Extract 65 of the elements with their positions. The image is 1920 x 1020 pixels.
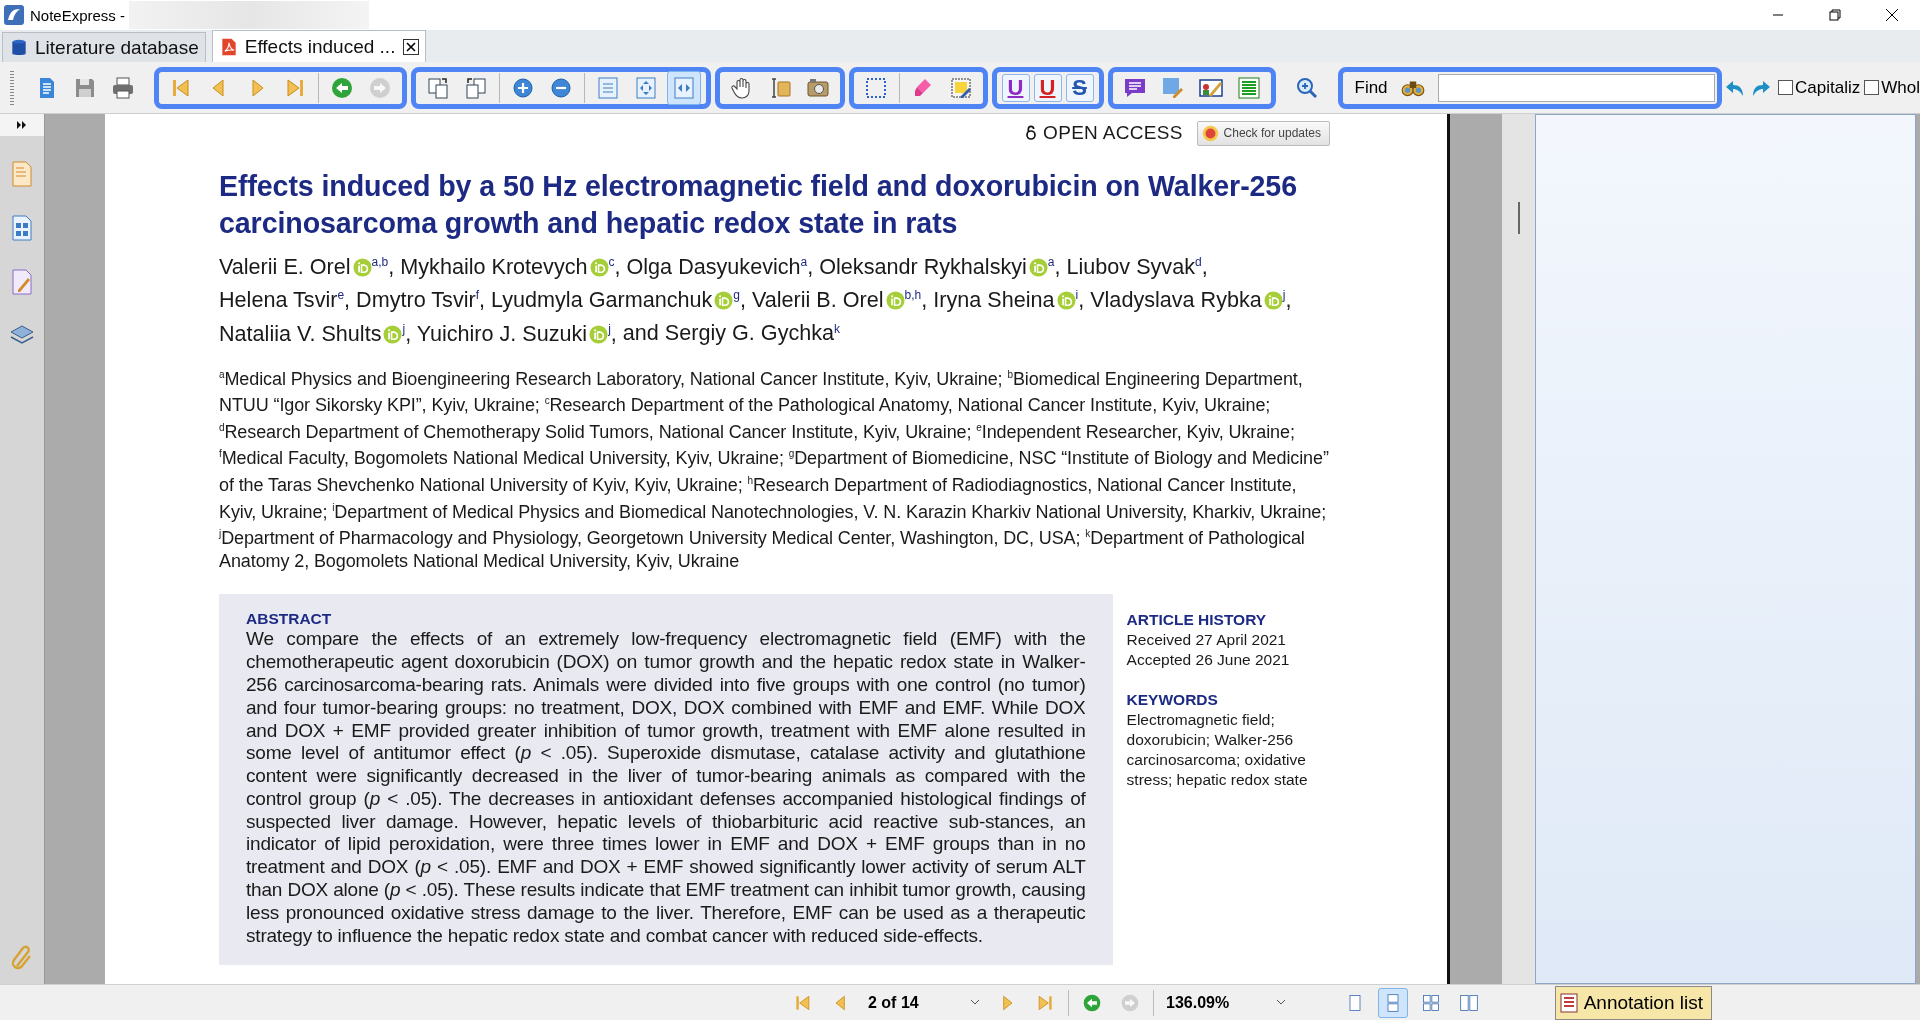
author-affiliation: $^{g}$, bbox=[733, 287, 746, 313]
section-heading: ARTICLE HISTORY bbox=[1126, 610, 1268, 631]
author-affiliation: k bbox=[834, 320, 841, 336]
author-name: Mykhailo Krotevych bbox=[400, 254, 588, 280]
author-name: Valerii E. Orel bbox=[219, 254, 351, 280]
open-access-label: OPEN ACCESS bbox=[1043, 122, 1183, 144]
author-affiliation: $^{i}$, bbox=[1075, 287, 1085, 313]
annotation-list-tab[interactable]: Annotation list bbox=[1554, 985, 1712, 1020]
find-label: Find bbox=[1354, 77, 1388, 98]
section-heading: KEYWORDS bbox=[1126, 690, 1219, 711]
keywords-text: Electromagnetic field; doxorubicin; Walker-256 carcinosarcoma; oxidative stress; hepatic redox state bbox=[1126, 710, 1309, 791]
author-affiliation: $^{j}$, bbox=[608, 320, 617, 346]
strikeout-button[interactable]: S bbox=[1065, 73, 1094, 102]
history-line: Accepted 26 June 2021 bbox=[1126, 650, 1291, 671]
expand-button[interactable] bbox=[0, 114, 44, 136]
abstract-text: We compare the effects of an extremely low-frequency electromagnetic field (EMF) with the chemotherapeutic agent doxorubicin (DOX) on tumor growth and the hepatic redox state in Walker-256 carcinosarcoma-bearing rats. Animals were divided into five groups with one control (no tumor) and four tumor-bearing groups: no treatment, DOX, DOX combined with EMF and EMF. While DOX and DOX + EMF provided greater inhibition of tumor growth, treatment with EMF alone resulted in some level of antitumor effect (p < .05). Superoxide dismutase, catalase activity and glutathione content were significantly decreased in the liver of tumor-bearing animals as compared with the control group (p < .05). The decreases in antioxidant defenses accompanied histological findings of suspected liver damage. However, hepatic levels of thiobarbituric acid reactive sub-stances, an indicator of lipid peroxidation, were three times lower in EMF and DOX + EMF groups than in no treatment and DOX (p < .05). EMF and DOX + EMF showed significantly lower activity of serum ALT than DOX alone (p < .05). These results indicate that EMF treatment can inhibit tumor growth, causing less pronounced oxidative stress damage to the liver. Therefore, EMF can be used as a therapeutic strategy to influence the hepatic redox state and combat cancer with reduced side-effects. bbox=[246, 628, 1086, 948]
checkbox-label: Capitaliz bbox=[1795, 77, 1861, 98]
dropdown-caret-icon[interactable] bbox=[1276, 998, 1286, 1007]
author-affiliation: $^{a,b}$, bbox=[371, 254, 395, 280]
find-field[interactable] bbox=[1437, 73, 1716, 102]
author-name: Nataliia V. Shults bbox=[219, 320, 382, 346]
app-logo-icon bbox=[4, 5, 24, 25]
author-name: Dmytro Tsvir bbox=[356, 287, 476, 313]
author-affiliation: $^{b,h}$, bbox=[904, 287, 928, 313]
author-name: Lyudmyla Garmanchuk bbox=[491, 287, 713, 313]
article-title: Effects induced by a 50 Hz electromagnetic field and doxorubicin on Walker-256 carcinosarcoma growth and hepatic redox state in rats bbox=[219, 169, 1298, 241]
restore-icon[interactable] bbox=[1828, 9, 1841, 21]
author-affiliation: $^{c}$, bbox=[608, 254, 621, 280]
toolbar-grip[interactable] bbox=[10, 70, 14, 105]
author-affiliation: $^{d}$, bbox=[1194, 254, 1208, 280]
checkbox-label: Whol bbox=[1881, 77, 1920, 98]
author-name: Iryna Sheina bbox=[933, 287, 1055, 313]
page-selector[interactable]: 2 of 14 bbox=[864, 989, 984, 1016]
affiliations-paragraph: $^{a}$Medical Physics and Bioengineering Research Laboratory, National Cancer Institute, Kyiv, Ukraine; $^{b}$Biomedical Engineering Department, NTUU “Igor Sikorsky KPI”, Kyiv, Ukraine; $^{c}$Research Department of the Pathological Anatomy, National Cancer Institute, Kyiv, Ukraine; $^{d}$Research Department of Chemotherapy Solid Tumors, National Cancer Institute, Kyiv, Ukraine; $^{e}$Independent Researcher, Kyiv, Ukraine; $^{f}$Medical Faculty, Bogomolets National Medical University, Kyiv, Ukraine; $^{g}$Department of Biomedicine, NSC “Institute of Biology and Medicine” of the Taras Shevchenko National University of Kyiv, Kyiv, Ukraine; $^{h}$Research Department of Radiodiagnostics, National Cancer Institute, Kyiv, Ukraine; $^{i}$Department of Medical Physics and Biomedical Nanotechnologies, V. N. Karazin Kharkiv National University, Kharkiv, Ukraine; $^{j}$Department of Pharmacology and Physiology, Georgetown University Medical Center, Washington, DC, USA; $^{k}$Department of Pathological Anatomy 2, Bogomolets National Medical University, Kyiv, Ukraine bbox=[219, 367, 1330, 573]
checkbox[interactable] bbox=[1864, 80, 1880, 95]
author-affiliation: $^{a}$, bbox=[1047, 254, 1061, 280]
window-title: NoteExpress - bbox=[30, 6, 126, 24]
splitter-handle[interactable] bbox=[1517, 202, 1520, 234]
author-affiliation: $^{a}$, bbox=[800, 254, 814, 280]
document-tab[interactable]: Literature database bbox=[2, 32, 206, 62]
underline-button[interactable]: U bbox=[1033, 73, 1062, 102]
history-line: Received 27 April 2021 bbox=[1126, 630, 1287, 651]
author-affiliation: $^{f}$, bbox=[475, 287, 486, 313]
document-tab[interactable]: Effects induced ... bbox=[211, 30, 427, 62]
double-chevron-icon[interactable] bbox=[16, 120, 28, 130]
author-name: Liubov Syvak bbox=[1066, 254, 1195, 280]
checkbox[interactable] bbox=[1778, 80, 1794, 95]
author-name: Vladyslava Rybka bbox=[1090, 287, 1262, 313]
list-icon[interactable] bbox=[1559, 992, 1578, 1013]
author-name: Oleksandr Rykhalskyi bbox=[819, 254, 1027, 280]
author-name: Yuichiro J. Suzuki bbox=[416, 320, 588, 346]
abstract-heading: ABSTRACT bbox=[246, 610, 333, 629]
update-badge-icon bbox=[1201, 124, 1219, 142]
author-name: Helena Tsvir bbox=[219, 287, 338, 313]
author-name: Valerii B. Orel bbox=[751, 287, 884, 313]
author-affiliation: $^{j}$, bbox=[1282, 287, 1292, 313]
author-name: Olga Dasyukevich bbox=[626, 254, 801, 280]
dropdown-caret-icon[interactable] bbox=[970, 998, 980, 1007]
check-for-updates-button[interactable]: Check for updates bbox=[1196, 120, 1330, 146]
close-icon[interactable] bbox=[1884, 8, 1899, 22]
zoom-selector[interactable]: 136.09% bbox=[1162, 989, 1290, 1016]
author-affiliation: $^{j}$, bbox=[402, 320, 412, 346]
author-affiliation: $^{e}$, bbox=[337, 287, 351, 313]
author-name: and Sergiy G. Gychka bbox=[622, 320, 835, 346]
underline-button[interactable]: U bbox=[1001, 73, 1030, 102]
